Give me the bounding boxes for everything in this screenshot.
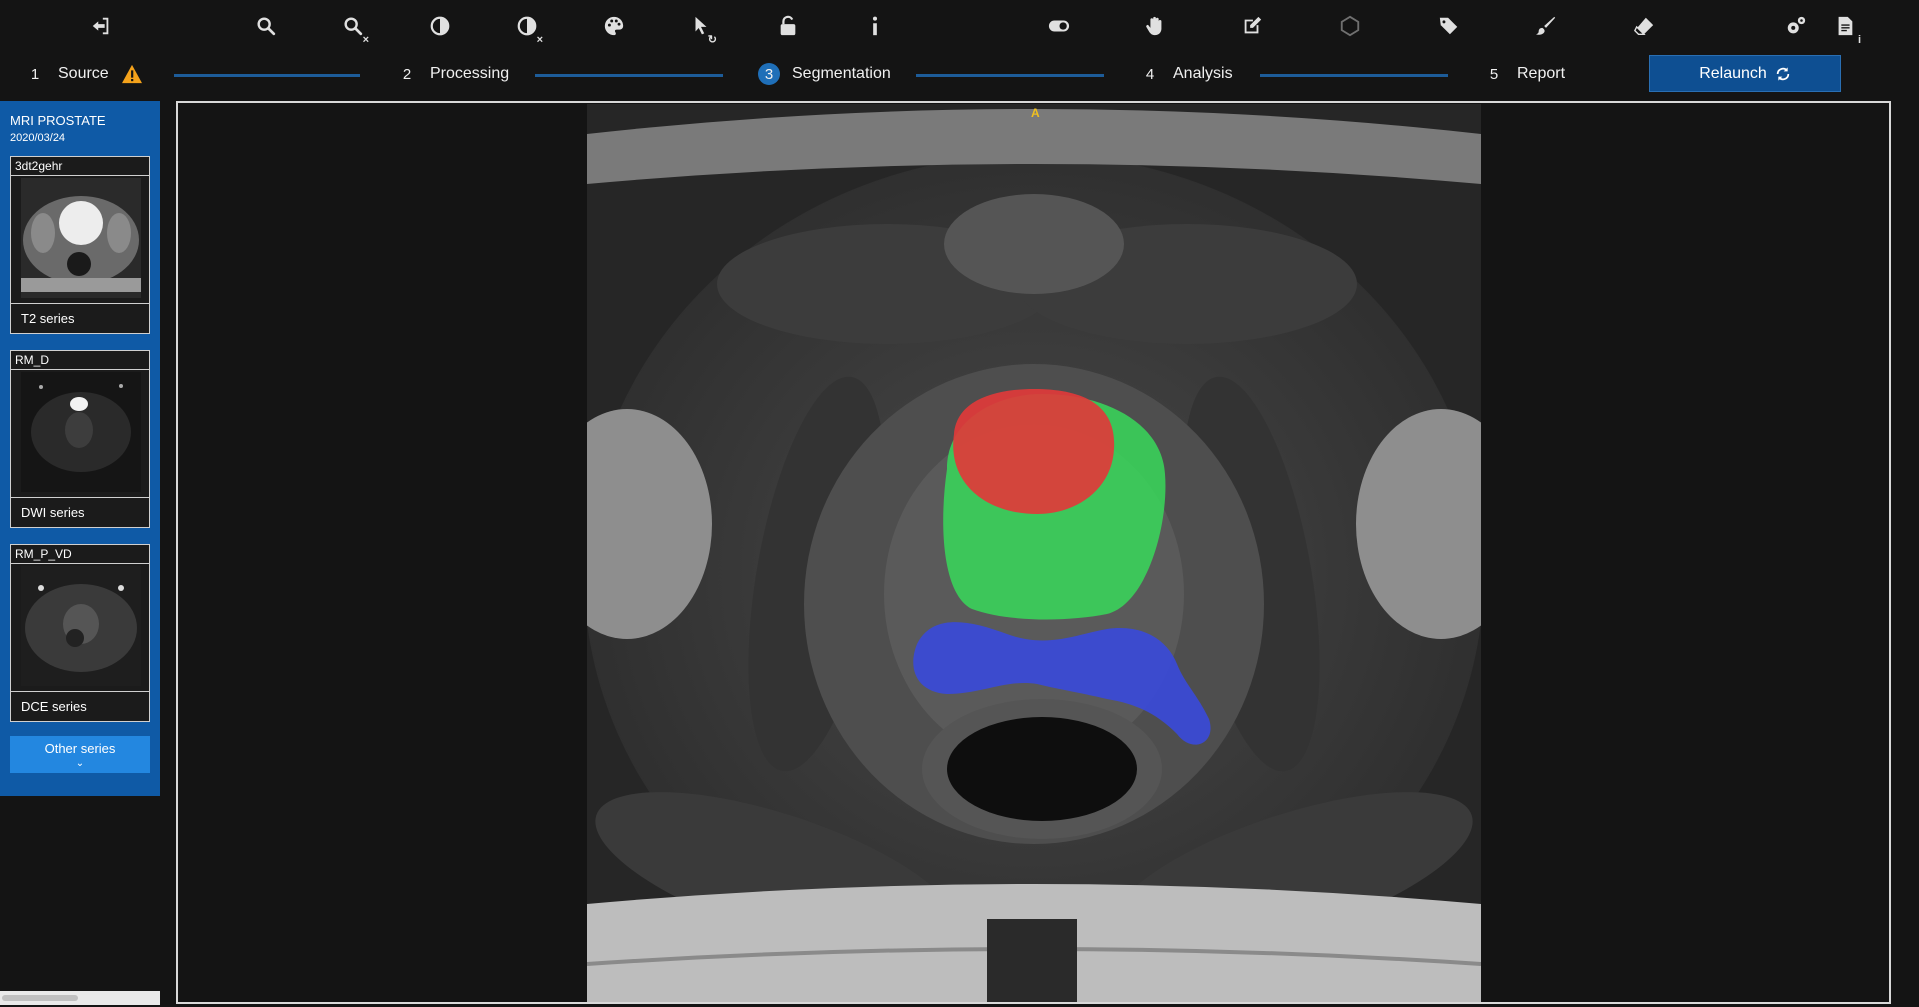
series-thumbnail [21,372,141,492]
relaunch-label: Relaunch [1699,64,1767,82]
mri-slice[interactable] [587,104,1481,1002]
step-analysis[interactable]: 4 Analysis [1139,60,1233,88]
brush-icon[interactable] [1530,10,1562,42]
step-number: 1 [30,65,40,83]
refresh-icon [1776,66,1789,81]
step-connector [1260,74,1448,77]
step-number: 5 [1489,65,1499,83]
step-connector [535,74,723,77]
series-id: RM_D [11,351,149,370]
palette-icon[interactable] [598,10,630,42]
step-processing[interactable]: 2 Processing [396,60,509,88]
series-label: T2 series [11,303,149,333]
contrast-reset-icon[interactable]: × [511,10,543,46]
toolbar: × × ↻ i [0,0,1919,50]
contrast-icon[interactable] [424,10,456,42]
reset-badge: × [536,34,543,46]
step-label: Source [58,65,109,82]
eraser-icon[interactable] [1628,10,1660,42]
step-report[interactable]: 5 Report [1483,60,1565,88]
app-window: × × ↻ i 1 Source 2 Processing 3 Segmenta… [0,0,1919,1007]
step-number: 3 [758,63,780,85]
info-icon[interactable] [859,10,891,42]
warning-icon [121,64,143,84]
step-connector [916,74,1104,77]
series-sidebar: MRI PROSTATE 2020/03/24 3dt2gehr T2 seri… [0,101,160,796]
refresh-badge: ↻ [707,34,717,46]
scrollbar-thumb[interactable] [2,995,78,1001]
report-file-icon[interactable]: i [1829,10,1861,46]
pointer-icon[interactable]: ↻ [685,10,717,46]
step-label: Analysis [1173,65,1233,82]
edit-icon[interactable] [1236,10,1268,42]
series-id: 3dt2gehr [11,157,149,176]
step-number: 2 [402,65,412,83]
study-date: 2020/03/24 [10,132,66,144]
horizontal-scrollbar[interactable] [0,991,160,1005]
series-label: DCE series [11,691,149,721]
step-label: Segmentation [792,65,891,82]
settings-icon[interactable] [1780,10,1812,42]
info-badge: i [1857,34,1861,46]
other-series-label: Other series [44,741,116,756]
series-label: DWI series [11,497,149,527]
study-title: MRI PROSTATE [10,113,106,128]
zoom-icon[interactable] [250,10,282,42]
series-card-dwi[interactable]: RM_D DWI series [10,350,150,528]
orientation-marker: A [1031,106,1040,120]
series-card-dce[interactable]: RM_P_VD DCE series [10,544,150,722]
step-label: Report [1517,65,1566,82]
exit-icon[interactable] [85,10,117,42]
series-card-t2[interactable]: 3dt2gehr T2 series [10,156,150,334]
step-source[interactable]: 1 Source [24,60,143,88]
series-thumbnail [21,178,141,298]
chevron-down-icon: ⌄ [75,758,85,769]
step-number: 4 [1145,65,1155,83]
pan-hand-icon[interactable] [1139,10,1171,42]
segmentation-red-zone [953,389,1115,514]
series-thumbnail [21,566,141,686]
polygon-icon[interactable] [1334,10,1366,42]
step-label: Processing [430,65,510,82]
image-viewport[interactable]: A [176,101,1891,1004]
tags-icon[interactable] [1433,10,1465,42]
step-segmentation[interactable]: 3 Segmentation [758,60,891,88]
workflow-stepper: 1 Source 2 Processing 3 Segmentation 4 A… [0,55,1919,95]
other-series-button[interactable]: Other series ⌄ [10,736,150,773]
series-id: RM_P_VD [11,545,149,564]
toggle-icon[interactable] [1043,10,1075,42]
relaunch-button[interactable]: Relaunch [1649,55,1841,92]
unlock-icon[interactable] [772,10,804,42]
zoom-reset-icon[interactable]: × [337,10,369,46]
step-connector [174,74,360,77]
reset-badge: × [362,34,369,46]
